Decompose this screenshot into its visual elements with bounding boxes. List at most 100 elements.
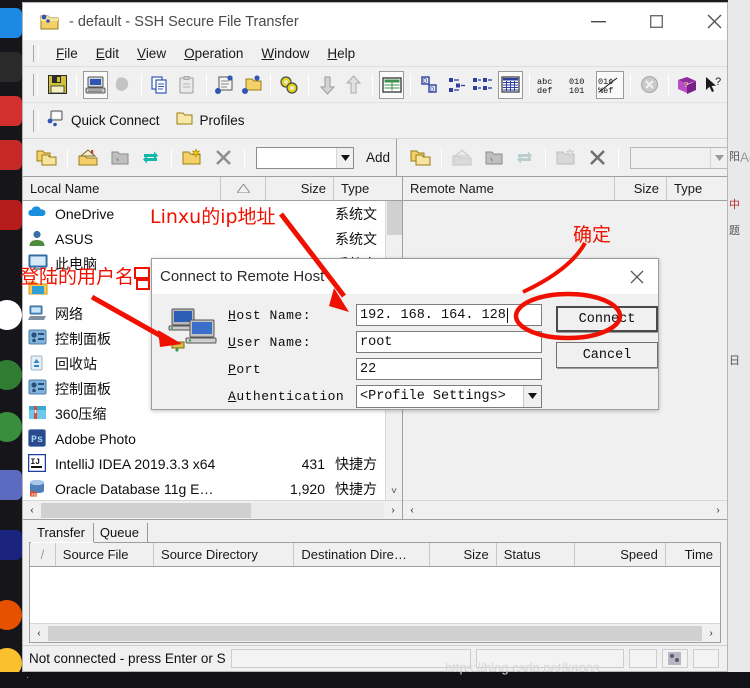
menu-drag-grip[interactable] [33,44,39,62]
table-row[interactable]: IJ IntelliJ IDEA 2019.3.3 x64 431 快捷方 [23,451,385,476]
transfer-horizontal-scrollbar[interactable]: ‹ › [30,623,720,642]
remote-col-size[interactable]: Size [615,177,667,200]
local-delete-icon[interactable] [210,145,237,171]
remote-folder-properties-icon[interactable] [480,145,507,171]
dialog-close-button[interactable] [616,259,658,294]
local-sort-indicator[interactable] [221,177,266,200]
maximize-button[interactable] [633,3,679,40]
copy-icon[interactable] [148,71,173,99]
local-horizontal-scrollbar[interactable]: ‹ › [23,500,402,519]
binary-transfer-icon[interactable]: 010 101 [568,71,594,99]
ssh-client-icon[interactable] [110,71,135,99]
quick-connect-button[interactable]: Quick Connect [47,110,160,132]
local-col-type[interactable]: Type [334,177,384,200]
menu-item-help[interactable]: Help [318,44,364,63]
remote-path-combo[interactable] [630,146,729,169]
table-row[interactable]: xe Oracle Database 11g E… 1,920 快捷方 [23,476,385,500]
transfer-col-sort[interactable]: / [30,543,56,566]
minimize-button[interactable] [575,3,621,40]
detail-view-icon[interactable] [497,70,523,99]
auto-transfer-icon[interactable]: 01¢ %ef [595,70,624,99]
local-folder-properties-icon[interactable] [106,145,133,171]
remote-delete-icon[interactable] [584,145,611,171]
chevron-left-icon[interactable]: ‹ [403,501,421,519]
view-window-icon[interactable] [379,70,405,99]
context-help-icon[interactable]: ? [701,71,726,99]
menu-item-view[interactable]: View [128,44,175,63]
remote-new-folder-icon[interactable] [553,145,580,171]
close-button[interactable] [691,3,737,40]
toolbar-drag-grip[interactable] [33,73,39,96]
terminal-icon[interactable] [83,70,109,99]
chevron-down-icon[interactable] [523,385,541,407]
connect-button[interactable]: Connect [556,306,658,332]
remote-col-type[interactable]: Type [667,177,715,200]
remote-refresh-icon[interactable] [511,145,538,171]
scroll-track[interactable] [48,625,702,641]
save-icon[interactable] [45,71,70,99]
table-row[interactable]: ASUS 系统文 [23,226,385,251]
transfer-col-size[interactable]: Size [430,543,497,566]
settings-gears-icon[interactable] [277,71,302,99]
upload-arrow-icon[interactable] [342,71,367,99]
tab-queue[interactable]: Queue [93,523,148,542]
new-file-transfer-icon[interactable] [213,71,238,99]
local-add-button[interactable]: Add [360,150,396,165]
cancel-button[interactable]: Cancel [556,342,658,368]
chevron-right-icon[interactable]: › [709,501,727,519]
chevron-down-icon[interactable] [336,147,353,168]
transfer-col-time[interactable]: Time [666,543,720,566]
chevron-left-icon[interactable]: ‹ [23,501,41,519]
menu-item-operation[interactable]: Operation [175,44,252,63]
download-arrow-icon[interactable] [315,71,340,99]
help-book-icon[interactable]: ? [675,71,700,99]
host-name-input[interactable]: 192. 168. 164. 128 [356,304,542,326]
port-input[interactable]: 22 [356,358,542,380]
transfer-rows[interactable] [30,567,720,623]
user-name-input[interactable]: root [356,331,542,353]
chevron-down-icon[interactable]: ˅ [386,483,403,500]
remote-up-folder-icon[interactable] [407,145,434,171]
chevron-right-icon[interactable]: › [702,624,720,642]
scroll-thumb[interactable] [48,625,702,641]
local-up-folder-icon[interactable] [33,145,60,171]
local-new-folder-icon[interactable] [179,145,206,171]
scroll-thumb[interactable] [386,201,402,235]
menu-item-file[interactable]: File [47,44,87,63]
scroll-track[interactable] [421,502,709,518]
remote-add-button[interactable]: Add [734,150,750,165]
scroll-thumb[interactable] [41,502,251,518]
tab-transfer[interactable]: Transfer [31,523,94,543]
local-refresh-icon[interactable] [137,145,164,171]
transfer-col-status[interactable]: Status [497,543,576,566]
local-col-name[interactable]: Local Name [23,177,221,200]
menu-item-window[interactable]: Window [252,44,318,63]
quickbar-drag-grip[interactable] [33,109,39,132]
local-path-combo[interactable] [256,146,354,169]
local-home-folder-icon[interactable] [75,145,102,171]
stop-icon[interactable] [637,71,662,99]
remote-horizontal-scrollbar[interactable]: ‹ › [403,500,727,519]
transfer-col-source-file[interactable]: Source File [56,543,155,566]
menu-item-edit[interactable]: Edit [87,44,128,63]
large-icons-icon[interactable]: D D [417,71,442,99]
chevron-left-icon[interactable]: ‹ [30,624,48,642]
list-view-icon[interactable] [471,71,496,99]
transfer-col-speed[interactable]: Speed [575,543,666,566]
profiles-button[interactable]: Profiles [176,111,245,131]
scroll-track[interactable] [41,502,384,518]
authentication-select[interactable]: <Profile Settings> [356,384,542,408]
remote-col-name[interactable]: Remote Name [403,177,615,200]
chevron-down-icon[interactable] [710,147,728,168]
transfer-col-dest-dir[interactable]: Destination Dire… [294,543,430,566]
local-col-size[interactable]: Size [266,177,334,200]
small-icons-icon[interactable] [444,71,469,99]
remote-home-folder-icon[interactable] [449,145,476,171]
table-row[interactable]: Ps Adobe Photo [23,426,385,451]
paste-icon[interactable] [175,71,200,99]
transfer-col-source-dir[interactable]: Source Directory [154,543,295,566]
chevron-right-icon[interactable]: › [384,501,402,519]
ascii-transfer-icon[interactable]: abc def [536,71,566,99]
table-row[interactable]: OneDrive 系统文 [23,201,385,226]
new-folder-window-icon[interactable] [239,71,264,99]
